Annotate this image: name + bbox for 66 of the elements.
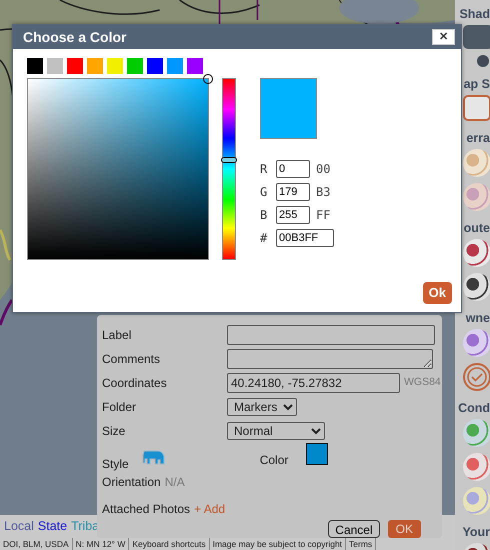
layer-thumbnail[interactable] — [463, 419, 490, 447]
footer-text: DOI, BLM, USDA — [0, 538, 73, 550]
unit-label: WGS84 — [404, 375, 441, 390]
hex-input[interactable]: 00B3FF — [276, 228, 334, 246]
layer-thumbnail[interactable] — [463, 183, 490, 211]
color-swatch[interactable] — [187, 58, 203, 74]
photos-label: Attached Photos — [102, 501, 190, 518]
dialog-title: Choose a Color — [23, 28, 126, 46]
select-field[interactable]: Markers — [227, 398, 297, 416]
layer-thumbnail[interactable] — [463, 329, 490, 357]
color-swatch[interactable] — [306, 443, 328, 465]
input-field[interactable]: 40.24180, -75.27832 — [227, 373, 400, 393]
orientation-label: Orientation — [102, 474, 161, 491]
channel-input[interactable]: 0 — [276, 160, 310, 178]
layer-thumbnail[interactable] — [463, 239, 490, 267]
hex-value: FF — [316, 206, 330, 224]
section-heading: Cond — [457, 400, 490, 416]
section-heading: ap S — [462, 76, 490, 92]
check-icon[interactable] — [463, 363, 490, 391]
layer-thumbnail[interactable] — [463, 273, 490, 301]
style-label: Style — [102, 456, 129, 473]
channel-input[interactable]: 179 — [276, 182, 310, 200]
hex-value: B3 — [316, 184, 330, 200]
section-heading: wne — [464, 310, 490, 326]
color-swatch[interactable] — [67, 58, 83, 74]
field-label: Folder — [102, 399, 138, 416]
field-label: Coordinates — [102, 375, 168, 392]
color-swatch[interactable] — [147, 58, 163, 74]
hex-value: 00 — [316, 160, 330, 178]
color-label: Color — [260, 452, 288, 469]
field-label: Comments — [102, 351, 162, 368]
color-swatch[interactable] — [127, 58, 143, 74]
channel-input[interactable]: 255 — [276, 206, 310, 224]
select-field[interactable]: Normal — [227, 422, 325, 440]
region-link[interactable]: State — [38, 517, 68, 536]
color-swatch[interactable] — [47, 58, 63, 74]
layer-thumbnail[interactable] — [463, 453, 490, 481]
layer-thumbnail[interactable] — [463, 149, 490, 177]
hue-slider[interactable] — [222, 78, 236, 260]
copy-icon[interactable] — [463, 95, 490, 121]
hex-label: # — [260, 230, 268, 246]
color-swatch[interactable] — [167, 58, 183, 74]
section-heading: oute — [462, 220, 490, 236]
field-label: Size — [102, 423, 126, 440]
close-button[interactable]: ✕ — [432, 29, 455, 45]
ok-button[interactable]: Ok — [422, 282, 452, 304]
channel-label: G — [260, 184, 268, 200]
region-link[interactable]: Local — [4, 517, 34, 536]
shading-button[interactable] — [463, 25, 490, 49]
section-heading: Shad — [458, 6, 490, 22]
picker-handle[interactable] — [203, 74, 213, 84]
orientation-value: N/A — [164, 474, 185, 491]
color-swatch[interactable] — [27, 58, 43, 74]
section-heading: erra — [465, 130, 490, 146]
color-swatch[interactable] — [87, 58, 103, 74]
field-label: Label — [102, 327, 132, 344]
comments-field[interactable] — [227, 349, 433, 369]
channel-label: R — [260, 160, 268, 178]
slider-handle[interactable] — [221, 157, 237, 163]
color-swatch[interactable] — [107, 58, 123, 74]
layer-thumbnail[interactable] — [463, 487, 490, 515]
section-heading: Your — [461, 524, 490, 540]
cancel-button[interactable]: Cancel — [328, 520, 380, 538]
radio-dot[interactable] — [477, 55, 489, 67]
input-field[interactable] — [227, 325, 435, 345]
channel-label: B — [260, 206, 268, 224]
